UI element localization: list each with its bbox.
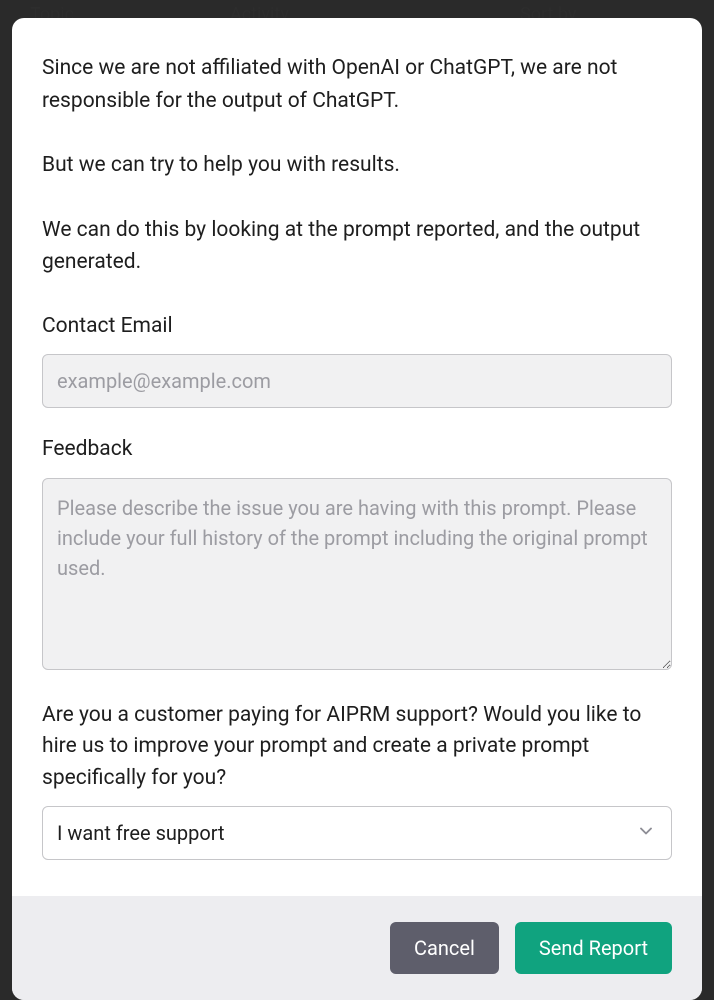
support-select[interactable]: I want free support <box>42 806 672 860</box>
modal-body: Since we are not affiliated with OpenAI … <box>12 18 702 896</box>
info-p1: Since we are not affiliated with OpenAI … <box>42 52 672 117</box>
info-p2: But we can try to help you with results. <box>42 149 672 182</box>
info-text: Since we are not affiliated with OpenAI … <box>42 52 672 279</box>
email-label: Contact Email <box>42 311 672 343</box>
report-modal: Since we are not affiliated with OpenAI … <box>12 18 702 1000</box>
cancel-button[interactable]: Cancel <box>390 922 499 974</box>
support-field-group: Are you a customer paying for AIPRM supp… <box>42 700 672 861</box>
support-label: Are you a customer paying for AIPRM supp… <box>42 700 672 795</box>
info-p3: We can do this by looking at the prompt … <box>42 214 672 279</box>
support-select-wrap: I want free support <box>42 806 672 860</box>
send-report-button[interactable]: Send Report <box>515 922 672 974</box>
feedback-label: Feedback <box>42 434 672 466</box>
email-field-group: Contact Email <box>42 311 672 409</box>
feedback-field-group: Feedback <box>42 434 672 674</box>
modal-footer: Cancel Send Report <box>12 896 702 1000</box>
email-input[interactable] <box>42 354 672 408</box>
feedback-textarea[interactable] <box>42 478 672 670</box>
